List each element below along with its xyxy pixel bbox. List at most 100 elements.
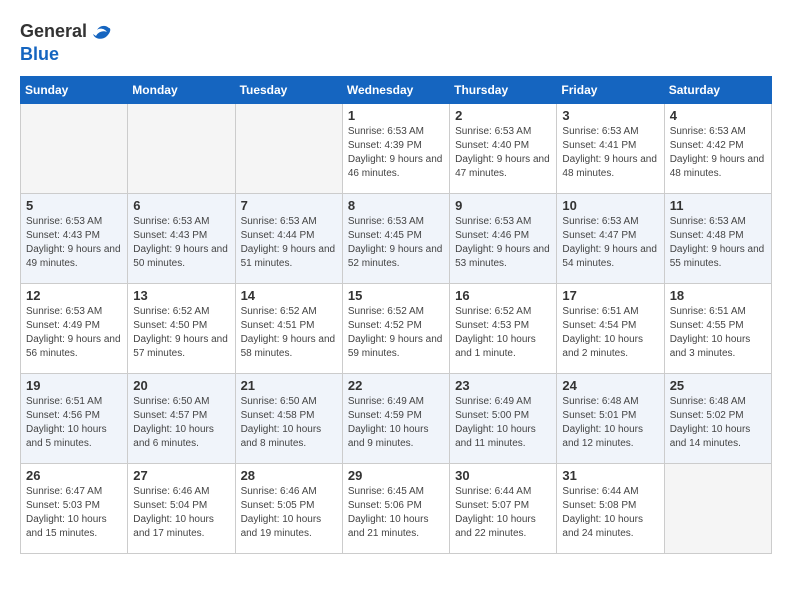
calendar-cell: 31 Sunrise: 6:44 AM Sunset: 5:08 PM Dayli… — [557, 463, 664, 553]
day-number: 6 — [133, 198, 229, 213]
day-info: Sunrise: 6:53 AM Sunset: 4:40 PM Dayligh… — [455, 125, 551, 181]
day-number: 7 — [241, 198, 337, 213]
day-number: 31 — [562, 468, 658, 483]
weekday-header-saturday: Saturday — [664, 76, 771, 103]
day-info: Sunrise: 6:50 AM Sunset: 4:57 PM Dayligh… — [133, 395, 229, 451]
calendar-cell: 29 Sunrise: 6:45 AM Sunset: 5:06 PM Dayli… — [342, 463, 449, 553]
page-header: General Blue — [20, 20, 772, 66]
weekday-header-friday: Friday — [557, 76, 664, 103]
day-info: Sunrise: 6:53 AM Sunset: 4:39 PM Dayligh… — [348, 125, 444, 181]
calendar-cell: 19 Sunrise: 6:51 AM Sunset: 4:56 PM Dayli… — [21, 373, 128, 463]
weekday-header-wednesday: Wednesday — [342, 76, 449, 103]
calendar-cell — [235, 103, 342, 193]
day-number: 24 — [562, 378, 658, 393]
day-number: 19 — [26, 378, 122, 393]
weekday-header-monday: Monday — [128, 76, 235, 103]
calendar-cell: 20 Sunrise: 6:50 AM Sunset: 4:57 PM Dayli… — [128, 373, 235, 463]
day-info: Sunrise: 6:52 AM Sunset: 4:51 PM Dayligh… — [241, 305, 337, 361]
calendar-cell: 24 Sunrise: 6:48 AM Sunset: 5:01 PM Dayli… — [557, 373, 664, 463]
day-number: 2 — [455, 108, 551, 123]
logo: General Blue — [20, 20, 113, 66]
calendar-cell — [128, 103, 235, 193]
logo-blue: Blue — [20, 44, 59, 64]
calendar-cell: 1Sunrise: 6:53 AM Sunset: 4:39 PM Daylig… — [342, 103, 449, 193]
day-info: Sunrise: 6:51 AM Sunset: 4:55 PM Dayligh… — [670, 305, 766, 361]
day-info: Sunrise: 6:45 AM Sunset: 5:06 PM Dayligh… — [348, 485, 444, 541]
day-number: 22 — [348, 378, 444, 393]
calendar-cell: 12 Sunrise: 6:53 AM Sunset: 4:49 PM Dayli… — [21, 283, 128, 373]
day-info: Sunrise: 6:53 AM Sunset: 4:41 PM Dayligh… — [562, 125, 658, 181]
calendar-table: SundayMondayTuesdayWednesdayThursdayFrid… — [20, 76, 772, 554]
day-number: 16 — [455, 288, 551, 303]
day-number: 18 — [670, 288, 766, 303]
calendar-cell: 22 Sunrise: 6:49 AM Sunset: 4:59 PM Dayli… — [342, 373, 449, 463]
day-info: Sunrise: 6:53 AM Sunset: 4:48 PM Dayligh… — [670, 215, 766, 271]
day-number: 4 — [670, 108, 766, 123]
calendar-cell: 5Sunrise: 6:53 AM Sunset: 4:43 PM Daylig… — [21, 193, 128, 283]
day-info: Sunrise: 6:46 AM Sunset: 5:04 PM Dayligh… — [133, 485, 229, 541]
day-info: Sunrise: 6:52 AM Sunset: 4:53 PM Dayligh… — [455, 305, 551, 361]
calendar-cell: 3 Sunrise: 6:53 AM Sunset: 4:41 PM Daylig… — [557, 103, 664, 193]
day-number: 20 — [133, 378, 229, 393]
day-info: Sunrise: 6:52 AM Sunset: 4:50 PM Dayligh… — [133, 305, 229, 361]
day-info: Sunrise: 6:53 AM Sunset: 4:46 PM Dayligh… — [455, 215, 551, 271]
day-number: 30 — [455, 468, 551, 483]
day-info: Sunrise: 6:51 AM Sunset: 4:54 PM Dayligh… — [562, 305, 658, 361]
day-number: 26 — [26, 468, 122, 483]
day-number: 11 — [670, 198, 766, 213]
day-info: Sunrise: 6:53 AM Sunset: 4:49 PM Dayligh… — [26, 305, 122, 361]
day-info: Sunrise: 6:53 AM Sunset: 4:43 PM Dayligh… — [26, 215, 122, 271]
calendar-week-row: 19 Sunrise: 6:51 AM Sunset: 4:56 PM Dayli… — [21, 373, 772, 463]
calendar-cell: 26 Sunrise: 6:47 AM Sunset: 5:03 PM Dayli… — [21, 463, 128, 553]
day-info: Sunrise: 6:46 AM Sunset: 5:05 PM Dayligh… — [241, 485, 337, 541]
weekday-header-tuesday: Tuesday — [235, 76, 342, 103]
calendar-cell: 25Sunrise: 6:48 AM Sunset: 5:02 PM Dayli… — [664, 373, 771, 463]
day-number: 23 — [455, 378, 551, 393]
calendar-cell: 6 Sunrise: 6:53 AM Sunset: 4:43 PM Daylig… — [128, 193, 235, 283]
calendar-week-row: 5Sunrise: 6:53 AM Sunset: 4:43 PM Daylig… — [21, 193, 772, 283]
day-info: Sunrise: 6:53 AM Sunset: 4:44 PM Dayligh… — [241, 215, 337, 271]
calendar-cell: 2 Sunrise: 6:53 AM Sunset: 4:40 PM Daylig… — [450, 103, 557, 193]
calendar-week-row: 12 Sunrise: 6:53 AM Sunset: 4:49 PM Dayli… — [21, 283, 772, 373]
calendar-cell: 14 Sunrise: 6:52 AM Sunset: 4:51 PM Dayli… — [235, 283, 342, 373]
day-info: Sunrise: 6:52 AM Sunset: 4:52 PM Dayligh… — [348, 305, 444, 361]
day-info: Sunrise: 6:50 AM Sunset: 4:58 PM Dayligh… — [241, 395, 337, 451]
day-number: 14 — [241, 288, 337, 303]
day-info: Sunrise: 6:47 AM Sunset: 5:03 PM Dayligh… — [26, 485, 122, 541]
day-number: 21 — [241, 378, 337, 393]
weekday-header-row: SundayMondayTuesdayWednesdayThursdayFrid… — [21, 76, 772, 103]
calendar-cell: 11 Sunrise: 6:53 AM Sunset: 4:48 PM Dayli… — [664, 193, 771, 283]
logo-bird-icon — [89, 20, 113, 44]
day-info: Sunrise: 6:51 AM Sunset: 4:56 PM Dayligh… — [26, 395, 122, 451]
calendar-cell: 30 Sunrise: 6:44 AM Sunset: 5:07 PM Dayli… — [450, 463, 557, 553]
calendar-cell: 18 Sunrise: 6:51 AM Sunset: 4:55 PM Dayli… — [664, 283, 771, 373]
calendar-cell: 16 Sunrise: 6:52 AM Sunset: 4:53 PM Dayli… — [450, 283, 557, 373]
calendar-cell: 17 Sunrise: 6:51 AM Sunset: 4:54 PM Dayli… — [557, 283, 664, 373]
day-info: Sunrise: 6:48 AM Sunset: 5:01 PM Dayligh… — [562, 395, 658, 451]
calendar-cell: 10Sunrise: 6:53 AM Sunset: 4:47 PM Dayli… — [557, 193, 664, 283]
day-number: 13 — [133, 288, 229, 303]
day-info: Sunrise: 6:53 AM Sunset: 4:43 PM Dayligh… — [133, 215, 229, 271]
day-info: Sunrise: 6:53 AM Sunset: 4:47 PM Dayligh… — [562, 215, 658, 271]
day-info: Sunrise: 6:44 AM Sunset: 5:07 PM Dayligh… — [455, 485, 551, 541]
day-info: Sunrise: 6:44 AM Sunset: 5:08 PM Dayligh… — [562, 485, 658, 541]
day-info: Sunrise: 6:49 AM Sunset: 4:59 PM Dayligh… — [348, 395, 444, 451]
calendar-cell: 28Sunrise: 6:46 AM Sunset: 5:05 PM Dayli… — [235, 463, 342, 553]
calendar-cell: 13 Sunrise: 6:52 AM Sunset: 4:50 PM Dayli… — [128, 283, 235, 373]
calendar-cell: 9 Sunrise: 6:53 AM Sunset: 4:46 PM Daylig… — [450, 193, 557, 283]
calendar-cell: 8 Sunrise: 6:53 AM Sunset: 4:45 PM Daylig… — [342, 193, 449, 283]
calendar-cell: 4Sunrise: 6:53 AM Sunset: 4:42 PM Daylig… — [664, 103, 771, 193]
day-info: Sunrise: 6:53 AM Sunset: 4:45 PM Dayligh… — [348, 215, 444, 271]
day-number: 29 — [348, 468, 444, 483]
day-number: 3 — [562, 108, 658, 123]
day-number: 17 — [562, 288, 658, 303]
day-number: 12 — [26, 288, 122, 303]
calendar-week-row: 26 Sunrise: 6:47 AM Sunset: 5:03 PM Dayli… — [21, 463, 772, 553]
day-number: 9 — [455, 198, 551, 213]
day-number: 15 — [348, 288, 444, 303]
day-number: 25 — [670, 378, 766, 393]
day-number: 8 — [348, 198, 444, 213]
calendar-cell: 21 Sunrise: 6:50 AM Sunset: 4:58 PM Dayli… — [235, 373, 342, 463]
calendar-cell — [21, 103, 128, 193]
calendar-cell: 15 Sunrise: 6:52 AM Sunset: 4:52 PM Dayli… — [342, 283, 449, 373]
